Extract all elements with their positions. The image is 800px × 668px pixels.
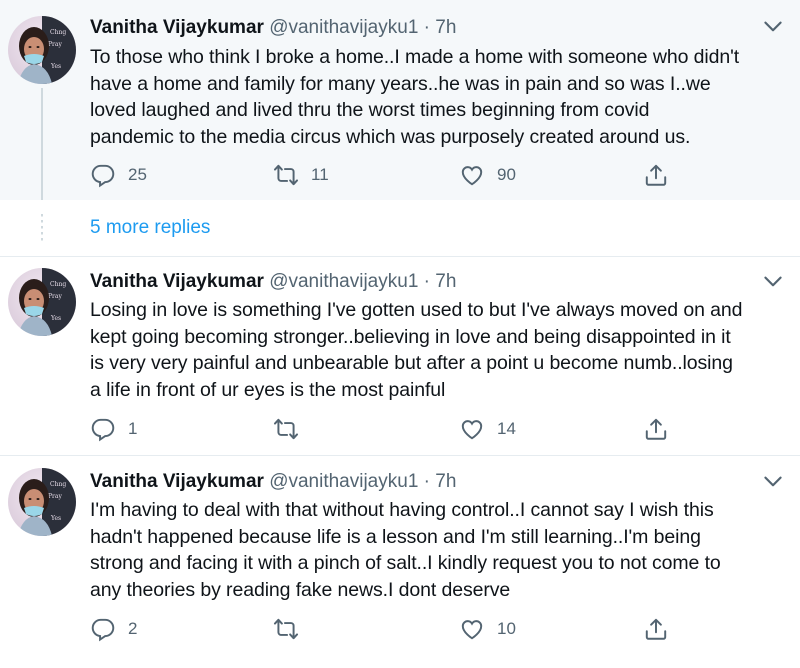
thread-dots xyxy=(41,214,43,244)
chevron-down-icon[interactable] xyxy=(760,18,786,38)
share-icon xyxy=(643,162,669,188)
author-handle-time[interactable]: @vanithavijayku1 · 7h xyxy=(269,471,456,492)
share-icon xyxy=(643,416,669,442)
author-handle-time[interactable]: @vanithavijayku1 · 7h xyxy=(269,17,456,38)
tweet-1[interactable]: Vanitha Vijaykumar @vanithavijayku1 · 7h… xyxy=(0,0,800,200)
share-icon xyxy=(643,616,669,642)
thread-line xyxy=(41,88,43,200)
tweet-text: Losing in love is something I've gotten … xyxy=(90,299,743,401)
reply-count: 2 xyxy=(128,619,138,638)
tweet-actions: 2 10 xyxy=(90,614,710,644)
reply-icon xyxy=(90,416,116,442)
avatar[interactable] xyxy=(8,268,76,336)
retweet-icon xyxy=(273,162,299,188)
share-button[interactable] xyxy=(643,414,669,444)
like-button[interactable]: 14 xyxy=(459,414,516,444)
like-count: 14 xyxy=(497,419,516,438)
reply-icon xyxy=(90,162,116,188)
author-name[interactable]: Vanitha Vijaykumar xyxy=(90,271,264,292)
tweet-header: Vanitha Vijaykumar @vanithavijayku1 · 7h xyxy=(90,271,750,293)
avatar[interactable] xyxy=(8,16,76,84)
chevron-down-icon[interactable] xyxy=(760,473,786,493)
retweet-count: 11 xyxy=(311,165,329,184)
author-name[interactable]: Vanitha Vijaykumar xyxy=(90,471,264,492)
tweet-actions: 25 11 90 xyxy=(90,160,710,190)
avatar[interactable] xyxy=(8,468,76,536)
more-replies-row[interactable]: 5 more replies xyxy=(0,200,800,256)
retweet-button[interactable]: 11 xyxy=(273,160,329,190)
retweet-icon xyxy=(273,416,299,442)
tweet-2[interactable]: Vanitha Vijaykumar @vanithavijayku1 · 7h… xyxy=(0,257,800,457)
retweet-button[interactable] xyxy=(273,614,311,644)
reply-button[interactable]: 1 xyxy=(90,414,137,444)
tweet-text: I'm having to deal with that without hav… xyxy=(90,499,721,601)
reply-button[interactable]: 2 xyxy=(90,614,137,644)
share-button[interactable] xyxy=(643,160,669,190)
like-button[interactable]: 90 xyxy=(459,160,516,190)
like-button[interactable]: 10 xyxy=(459,614,516,644)
reply-button[interactable]: 25 xyxy=(90,160,147,190)
like-count: 10 xyxy=(497,619,516,638)
reply-icon xyxy=(90,616,116,642)
more-replies-link[interactable]: 5 more replies xyxy=(90,217,210,239)
retweet-icon xyxy=(273,616,299,642)
retweet-button[interactable] xyxy=(273,414,311,444)
tweet-text: To those who think I broke a home..I mad… xyxy=(90,46,740,148)
author-handle-time[interactable]: @vanithavijayku1 · 7h xyxy=(269,271,456,292)
author-name[interactable]: Vanitha Vijaykumar xyxy=(90,17,264,38)
chevron-down-icon[interactable] xyxy=(760,273,786,293)
like-count: 90 xyxy=(497,165,516,184)
tweet-header: Vanitha Vijaykumar @vanithavijayku1 · 7h xyxy=(90,17,750,39)
tweet-3[interactable]: Vanitha Vijaykumar @vanithavijayku1 · 7h… xyxy=(0,456,800,668)
like-icon xyxy=(459,162,485,188)
reply-count: 1 xyxy=(128,419,138,438)
tweet-header: Vanitha Vijaykumar @vanithavijayku1 · 7h xyxy=(90,471,750,493)
share-button[interactable] xyxy=(643,614,669,644)
tweet-actions: 1 14 xyxy=(90,414,710,444)
like-icon xyxy=(459,616,485,642)
like-icon xyxy=(459,416,485,442)
reply-count: 25 xyxy=(128,165,147,184)
